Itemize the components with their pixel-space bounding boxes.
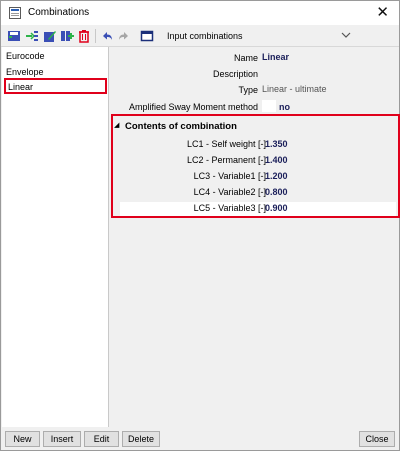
combination-row[interactable]: LC1 - Self weight [-] 1.350 xyxy=(120,138,396,152)
combination-row[interactable]: LC3 - Variable1 [-] 1.200 xyxy=(120,170,396,184)
window-title: Combinations xyxy=(28,7,90,18)
description-label: Description xyxy=(212,69,258,79)
toolbar-caption: Input combinations xyxy=(167,31,243,41)
edit-button[interactable]: Edit xyxy=(84,431,119,447)
edit-icon[interactable] xyxy=(43,29,57,43)
row-label: LC4 - Variable2 [-] xyxy=(193,187,266,197)
row-value[interactable]: 1.200 xyxy=(265,171,288,181)
new-button[interactable]: New xyxy=(5,431,40,447)
close-window-button[interactable]: ✕ xyxy=(376,4,389,21)
row-label: LC3 - Variable1 [-] xyxy=(193,171,266,181)
app-window-icon xyxy=(9,7,21,19)
toolbar-separator xyxy=(95,29,96,43)
name-value[interactable]: Linear xyxy=(262,52,289,62)
combination-row[interactable]: LC5 - Variable3 [-] 0.900 xyxy=(120,202,396,216)
table-icon[interactable] xyxy=(140,29,154,43)
delete-button[interactable]: Delete xyxy=(122,431,160,447)
section-header: Contents of combination xyxy=(125,121,237,132)
undo-icon[interactable] xyxy=(100,29,114,43)
name-label: Name xyxy=(233,53,258,63)
type-value[interactable]: Linear - ultimate xyxy=(262,84,327,94)
save-icon[interactable] xyxy=(7,29,21,43)
row-value[interactable]: 0.900 xyxy=(265,203,288,213)
insert-button[interactable]: Insert xyxy=(43,431,81,447)
redo-icon[interactable] xyxy=(117,29,131,43)
title-bar: Combinations ✕ xyxy=(1,1,399,25)
combination-row[interactable]: LC2 - Permanent [-] 1.400 xyxy=(120,154,396,168)
list-item-linear[interactable]: Linear xyxy=(4,78,107,94)
toolbar: Input combinations xyxy=(1,25,399,47)
delete-icon[interactable] xyxy=(77,29,91,43)
combinations-window: Combinations ✕ Input combinations Euroco… xyxy=(0,0,400,451)
import-icon[interactable] xyxy=(25,29,39,43)
add-icon[interactable] xyxy=(60,29,74,43)
row-label: LC1 - Self weight [-] xyxy=(186,139,266,149)
sway-method-label: Amplified Sway Moment method xyxy=(128,102,258,112)
row-label: LC2 - Permanent [-] xyxy=(186,155,266,165)
bottom-button-bar: New Insert Edit Delete Close xyxy=(1,427,399,450)
combination-row[interactable]: LC4 - Variable2 [-] 0.800 xyxy=(120,186,396,200)
sway-method-value: no xyxy=(279,102,290,112)
properties-panel: Name Linear Description Type Linear - ul… xyxy=(110,47,398,427)
chevron-down-icon[interactable] xyxy=(341,29,351,44)
row-value[interactable]: 1.400 xyxy=(265,155,288,165)
list-item-eurocode[interactable]: Eurocode xyxy=(6,50,45,63)
close-button[interactable]: Close xyxy=(359,431,395,447)
combination-list: Eurocode Envelope Linear xyxy=(2,47,109,427)
row-value[interactable]: 0.800 xyxy=(265,187,288,197)
sway-method-checkbox[interactable] xyxy=(262,100,276,112)
row-value[interactable]: 1.350 xyxy=(265,139,288,149)
type-label: Type xyxy=(238,85,258,95)
collapse-arrow-icon[interactable]: ◢ xyxy=(114,121,119,129)
row-label: LC5 - Variable3 [-] xyxy=(193,203,266,213)
contents-of-combination: ◢ Contents of combination LC1 - Self wei… xyxy=(111,114,400,218)
